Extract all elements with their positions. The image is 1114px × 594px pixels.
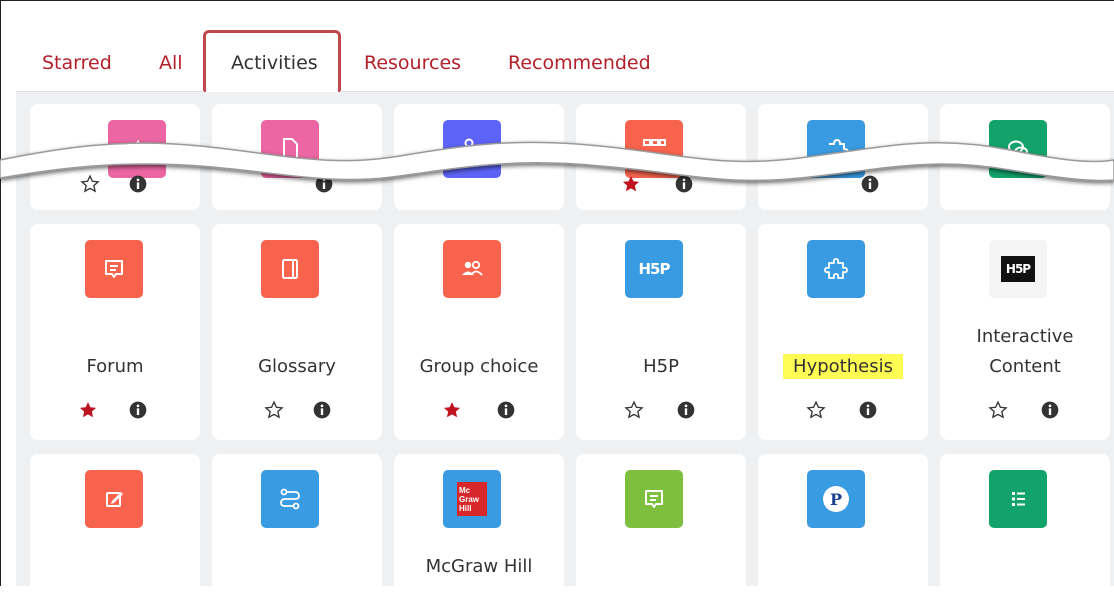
- edit-icon: [85, 470, 143, 528]
- activity-card[interactable]: [576, 454, 746, 594]
- activity-card[interactable]: [212, 454, 382, 594]
- list-icon: [989, 470, 1047, 528]
- highlight-marker: Hypothesis: [783, 354, 903, 379]
- path-icon: [261, 470, 319, 528]
- info-icon[interactable]: [1040, 400, 1060, 420]
- message-icon: [625, 470, 683, 528]
- star-outline-icon[interactable]: [624, 400, 644, 420]
- info-icon[interactable]: [312, 400, 332, 420]
- star-outline-icon[interactable]: [988, 400, 1008, 420]
- logo-text: Hill: [459, 503, 472, 513]
- tab-recommended[interactable]: Recommended: [508, 52, 651, 74]
- info-icon[interactable]: [676, 400, 696, 420]
- activity-label: Group choice: [419, 356, 539, 377]
- activity-card-forum[interactable]: Forum: [30, 224, 200, 440]
- activity-chooser-tabs: Starred All Activities Resources Recomme…: [0, 0, 1114, 96]
- logo-text: P: [829, 489, 843, 509]
- activity-label: McGraw Hill: [425, 556, 533, 577]
- forum-icon: [85, 240, 143, 298]
- activity-card-interactive-content[interactable]: H5P Interactive Content: [940, 224, 1110, 440]
- tab-activities[interactable]: Activities: [231, 52, 318, 74]
- activity-label: Glossary: [258, 356, 336, 377]
- activity-card[interactable]: P: [758, 454, 928, 594]
- star-outline-icon[interactable]: [806, 400, 826, 420]
- activity-card[interactable]: [30, 454, 200, 594]
- info-icon[interactable]: [128, 400, 148, 420]
- star-filled-icon[interactable]: [78, 400, 98, 420]
- activity-card-mcgraw-hill[interactable]: Mc Graw Hill McGraw Hill: [394, 454, 564, 594]
- tab-starred[interactable]: Starred: [42, 52, 112, 74]
- activity-card-glossary[interactable]: Glossary: [212, 224, 382, 440]
- activity-label: Forum: [86, 356, 144, 377]
- info-icon[interactable]: [496, 400, 516, 420]
- puzzle-icon: [807, 240, 865, 298]
- star-outline-icon[interactable]: [264, 400, 284, 420]
- logo-text: Mc: [459, 485, 471, 495]
- info-icon[interactable]: [858, 400, 878, 420]
- activity-card-group-choice[interactable]: Group choice: [394, 224, 564, 440]
- h5p-black-icon: H5P: [989, 240, 1047, 298]
- mcgraw-hill-logo: Mc Graw Hill: [443, 470, 501, 528]
- logo-text: Graw: [459, 494, 480, 504]
- activity-label: H5P: [643, 356, 679, 377]
- activity-label-line2: Content: [989, 356, 1061, 377]
- activity-label: Hypothesis: [758, 352, 928, 382]
- tab-resources[interactable]: Resources: [364, 52, 461, 74]
- activity-card-h5p[interactable]: H5P H5P: [576, 224, 746, 440]
- tab-all[interactable]: All: [159, 52, 183, 74]
- pearson-icon: P: [807, 470, 865, 528]
- star-filled-icon[interactable]: [442, 400, 462, 420]
- h5p-icon: H5P: [625, 240, 683, 298]
- torn-edge: [0, 141, 1114, 182]
- group-choice-icon: [443, 240, 501, 298]
- activity-card-hypothesis[interactable]: Hypothesis: [758, 224, 928, 440]
- activity-card[interactable]: [940, 454, 1110, 594]
- glossary-icon: [261, 240, 319, 298]
- activity-label-line1: Interactive: [976, 326, 1074, 347]
